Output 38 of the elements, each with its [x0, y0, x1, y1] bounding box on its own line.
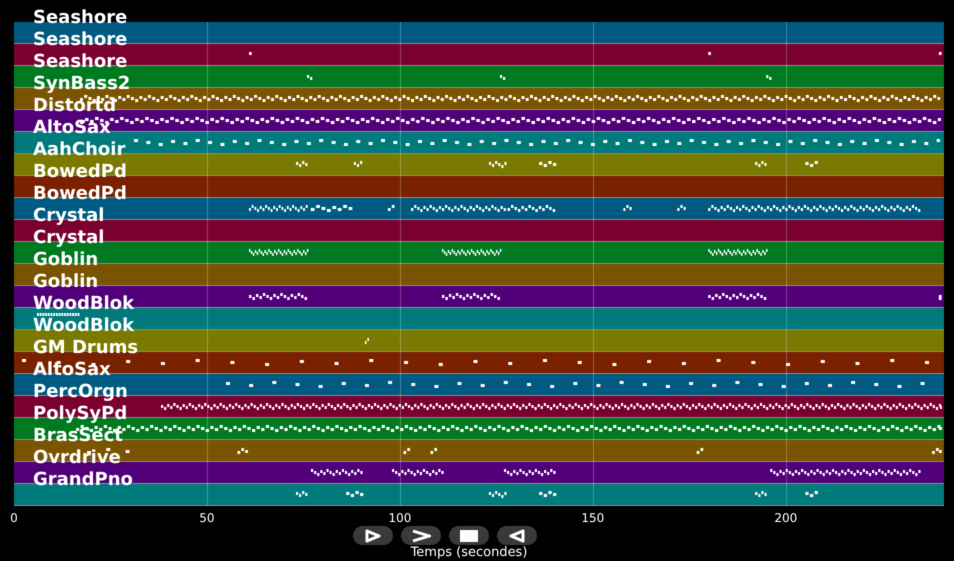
track-label: Crystal	[33, 208, 104, 224]
track-label: AltoSax	[33, 362, 111, 378]
track-label: BowedPd	[33, 164, 127, 180]
track-label: Distortd	[33, 98, 116, 114]
axis-tick-label: 150	[581, 512, 604, 525]
play-button[interactable]	[353, 526, 393, 545]
track-label: AltoSax	[33, 120, 111, 136]
track-label: Goblin	[33, 252, 98, 268]
forward-button[interactable]	[401, 526, 441, 545]
axis-tick-label: 50	[199, 512, 215, 525]
track-label: BrasSect	[33, 428, 123, 444]
track-label: PercOrgn	[33, 384, 128, 400]
track-label: BowedPd	[33, 186, 127, 202]
note-pattern-drawing	[365, 338, 370, 344]
axis-tick-label: 100	[388, 512, 412, 525]
track-label: Seashore	[33, 32, 128, 48]
stop-icon	[460, 530, 478, 542]
note-pattern-drawing	[37, 313, 80, 316]
track-label: GrandPno	[33, 472, 133, 488]
track-label: WoodBlok	[33, 318, 134, 334]
track-label: Crystal	[33, 230, 104, 246]
track-label: WoodBlok	[33, 296, 134, 312]
track-label: PolySyPd	[33, 406, 128, 422]
track-label: Ovrdrive	[33, 450, 121, 466]
axis-tick-label: 0	[10, 512, 18, 525]
axis-title: Temps (secondes)	[410, 545, 528, 560]
track-label: GM Drums	[33, 340, 138, 356]
rewind-button[interactable]	[497, 526, 537, 545]
axis-tick-label: 200	[774, 512, 798, 525]
track-label: SynBass2	[33, 76, 130, 92]
track-label: Goblin	[33, 274, 98, 290]
rewind-icon	[509, 528, 525, 542]
stop-button[interactable]	[449, 526, 489, 545]
play-icon	[365, 528, 381, 542]
track-label: Seashore	[33, 10, 128, 26]
track-label: AahChoir	[33, 142, 126, 158]
chevron-right-icon	[411, 528, 431, 542]
track-label: Seashore	[33, 54, 128, 70]
